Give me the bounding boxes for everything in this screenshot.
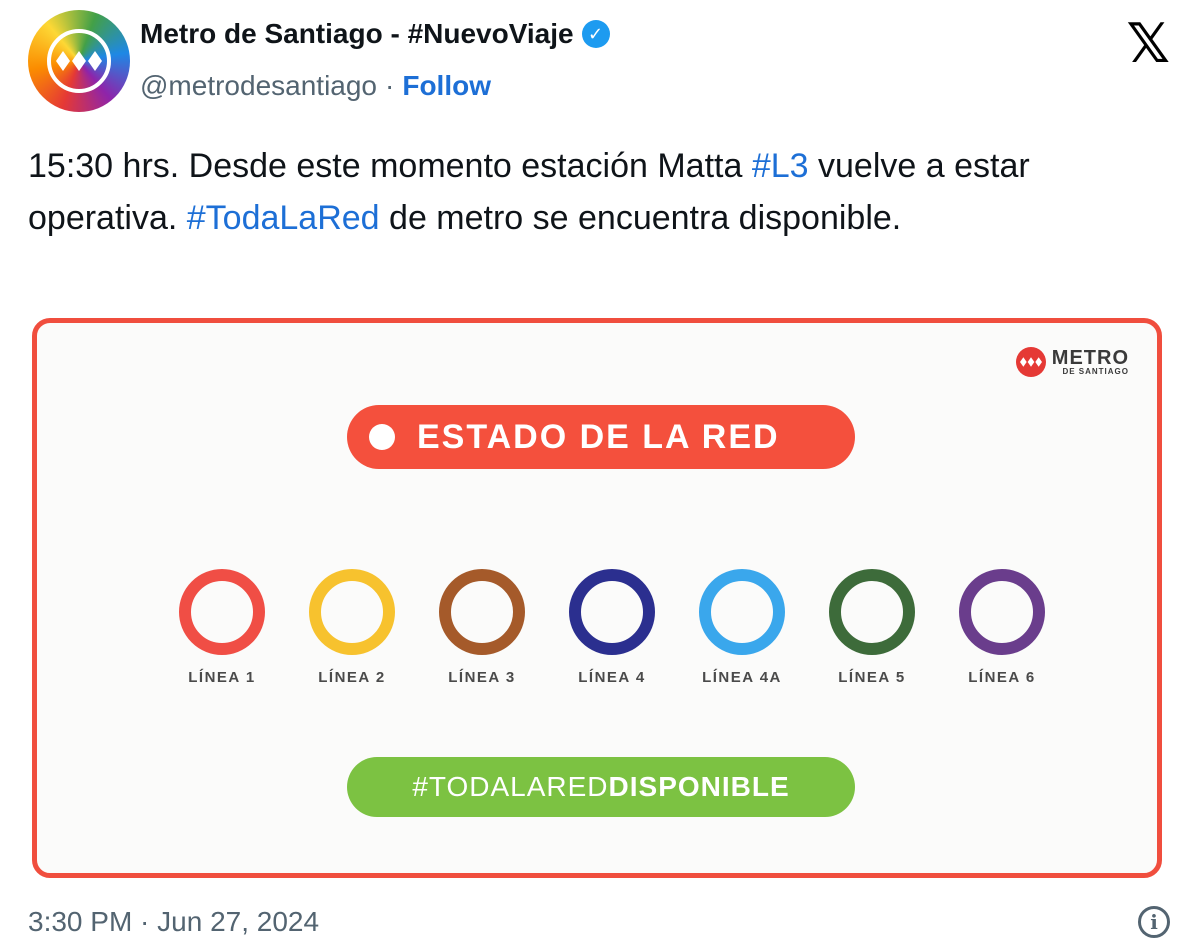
follow-button[interactable]: Follow (402, 70, 491, 102)
hashtag-link[interactable]: #TodaLaRed (187, 199, 380, 237)
metro-lines: LÍNEA 1 LÍNEA 2 LÍNEA 3 LÍNEA 4 LÍNEA 4A LÍNE… (167, 569, 1057, 686)
toda-la-red-disponible-banner: #TODALARED DISPONIBLE (347, 757, 855, 817)
tweet-timestamp[interactable]: 3:30 PM · Jun 27, 2024 (28, 906, 319, 938)
line-label: LÍNEA 4 (578, 669, 646, 686)
hashtag-link[interactable]: #L3 (752, 147, 809, 185)
metro-logo-icon (1015, 347, 1046, 377)
metro-logo-icon (47, 29, 111, 93)
metro-line-item: LÍNEA 4 (557, 569, 667, 686)
metro-line-item: LÍNEA 4A (687, 569, 797, 686)
logo-word: METRO (1051, 347, 1129, 369)
metro-de-santiago-logo: METRO DE SANTIAGO (1015, 347, 1129, 377)
line-ring-icon (829, 569, 915, 655)
disponible-prefix: #TODALARED (412, 771, 609, 802)
separator: · (385, 70, 395, 101)
metro-line-item: LÍNEA 5 (817, 569, 927, 686)
verified-badge-icon: ✓ (581, 20, 610, 48)
x-logo-icon[interactable]: 𝕏 (1126, 12, 1170, 75)
metro-line-item: LÍNEA 1 (167, 569, 277, 686)
logo-sub: DE SANTIAGO (1062, 367, 1129, 376)
tweet-media-image[interactable]: METRO DE SANTIAGO ESTADO DE LA RED LÍNEA… (32, 318, 1162, 878)
line-ring-icon (309, 569, 395, 655)
line-label: LÍNEA 5 (838, 669, 906, 686)
tweet-text-part: 15:30 hrs. Desde este momento estación M… (28, 147, 752, 185)
estado-label: ESTADO DE LA RED (417, 417, 780, 456)
line-label: LÍNEA 2 (318, 669, 386, 686)
handle-row: @metrodesantiago · Follow (140, 70, 491, 102)
line-label: LÍNEA 4A (702, 669, 782, 686)
info-icon[interactable]: i (1138, 906, 1170, 938)
line-ring-icon (959, 569, 1045, 655)
tweet-text: 15:30 hrs. Desde este momento estación M… (28, 140, 1178, 244)
author-name-row: Metro de Santiago - #NuevoViaje ✓ (140, 18, 610, 50)
display-name[interactable]: Metro de Santiago - #NuevoViaje (140, 18, 574, 50)
estado-de-la-red-banner: ESTADO DE LA RED (347, 405, 855, 469)
line-ring-icon (699, 569, 785, 655)
metro-line-item: LÍNEA 6 (947, 569, 1057, 686)
tweet-text-part: de metro se encuentra disponible. (379, 199, 902, 237)
dot-icon (369, 424, 395, 450)
handle[interactable]: @metrodesantiago (140, 70, 377, 102)
line-ring-icon (179, 569, 265, 655)
line-ring-icon (439, 569, 525, 655)
line-ring-icon (569, 569, 655, 655)
avatar[interactable] (28, 10, 130, 112)
line-label: LÍNEA 3 (448, 669, 516, 686)
metro-line-item: LÍNEA 3 (427, 569, 537, 686)
line-label: LÍNEA 6 (968, 669, 1036, 686)
disponible-suffix: DISPONIBLE (608, 771, 790, 802)
line-label: LÍNEA 1 (188, 669, 256, 686)
metro-line-item: LÍNEA 2 (297, 569, 407, 686)
